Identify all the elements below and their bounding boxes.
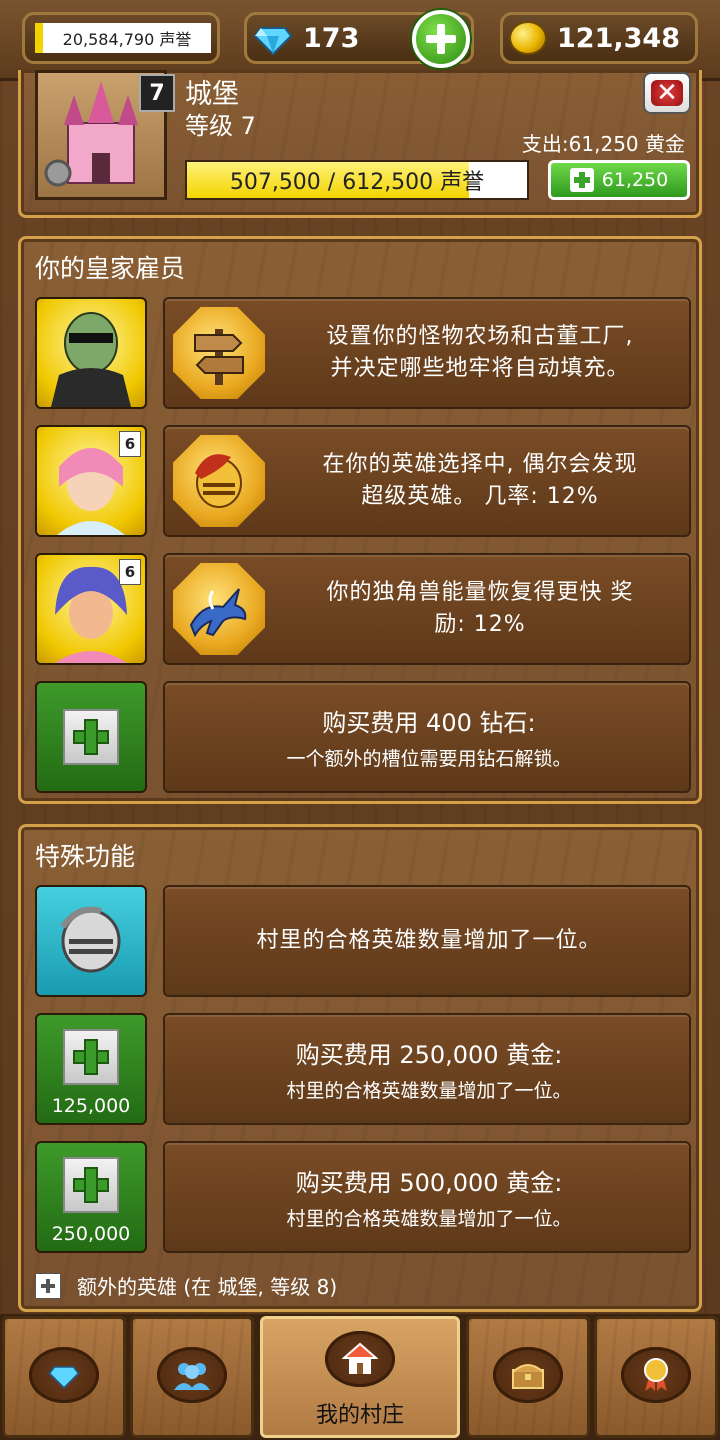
feature-price: 250,000	[51, 1223, 131, 1245]
plus-icon	[63, 1029, 119, 1085]
buy-gems-button[interactable]	[412, 10, 470, 68]
buy-feature-card-2[interactable]: 购买费用 500,000 黄金: 村里的合格英雄数量增加了一位。	[163, 1141, 691, 1253]
signpost-icon	[194, 329, 244, 385]
reputation-counter: 20,584,790 声誉	[22, 12, 220, 64]
special-features-panel: 特殊功能 村里的合格英雄数量增加了一位。 125,000 购买费用 250,00…	[18, 824, 702, 1312]
knight-helmet-icon	[195, 454, 242, 508]
upgrade-castle-button[interactable]: 61,250	[548, 160, 690, 200]
castle-expense: 支出:61,250 黄金	[521, 132, 685, 156]
special-title: 特殊功能	[35, 842, 136, 871]
close-button[interactable]: ✕	[643, 72, 691, 114]
staff-description: 在你的英雄选择中, 偶尔会发现 超级英雄。 几率: 12%	[322, 452, 638, 509]
progress-text: 507,500 / 612,500 声誉	[229, 170, 485, 195]
buy-feature-button-1[interactable]: 125,000	[35, 1013, 147, 1125]
reputation-value: 20,584,790 声誉	[35, 23, 211, 53]
buy-staff-slot-button[interactable]	[35, 681, 147, 793]
unicorn-icon	[189, 588, 247, 638]
nav-heroes[interactable]	[130, 1316, 254, 1438]
reputation-progress-bar: 507,500 / 612,500 声誉	[185, 160, 529, 200]
bottom-navigation: 我的村庄	[0, 1314, 720, 1440]
buy-slot-price: 购买费用 400 钻石:	[322, 709, 536, 737]
buy-slot-note: 一个额外的槽位需要用钻石解锁。	[286, 748, 572, 770]
buy-slot-card[interactable]: 购买费用 400 钻石: 一个额外的槽位需要用钻石解锁。	[163, 681, 691, 793]
staff-description-card: 在你的英雄选择中, 偶尔会发现 超级英雄。 几率: 12%	[163, 425, 691, 537]
plus-icon	[63, 1157, 119, 1213]
nav-gem-shop[interactable]	[2, 1316, 126, 1438]
staff-description-card: 设置你的怪物农场和古董工厂, 并决定哪些地牢将自动填充。	[163, 297, 691, 409]
nav-achievements[interactable]	[594, 1316, 718, 1438]
village-home-icon	[325, 1331, 395, 1387]
gold-coin-icon	[509, 21, 547, 55]
staff-portrait-sorceress[interactable]: 6	[35, 553, 147, 665]
staff-rank: 6	[119, 431, 141, 457]
gem-shop-icon	[29, 1347, 99, 1403]
top-resource-bar: 20,584,790 声誉 173 121,348	[0, 0, 720, 81]
gold-counter: 121,348	[500, 12, 698, 64]
medal-icon	[621, 1347, 691, 1403]
buy-feature-card-1[interactable]: 购买费用 250,000 黄金: 村里的合格英雄数量增加了一位。	[163, 1013, 691, 1125]
staff-description: 设置你的怪物农场和古董工厂, 并决定哪些地牢将自动填充。	[326, 324, 634, 381]
heroes-icon	[157, 1347, 227, 1403]
plus-icon	[63, 709, 119, 765]
extra-hero-info: 额外的英雄 (在 城堡, 等级 8)	[35, 1271, 337, 1300]
gem-count: 173	[303, 22, 360, 54]
nav-treasure[interactable]	[466, 1316, 590, 1438]
gold-count: 121,348	[557, 22, 680, 54]
buy-feature-cost: 购买费用 500,000 黄金:	[295, 1169, 563, 1197]
staff-title: 你的皇家雇员	[35, 254, 186, 283]
close-icon: ✕	[656, 78, 678, 108]
castle-level: 等级 7	[185, 112, 256, 140]
plus-icon	[569, 168, 594, 192]
staff-portrait-elf[interactable]: 6	[35, 425, 147, 537]
buy-feature-cost: 购买费用 250,000 黄金:	[295, 1041, 563, 1069]
buy-feature-button-2[interactable]: 250,000	[35, 1141, 147, 1253]
buy-feature-note: 村里的合格英雄数量增加了一位。	[286, 1208, 572, 1230]
owned-feature-card: 村里的合格英雄数量增加了一位。	[163, 885, 691, 997]
staff-description: 你的独角兽能量恢复得更快 奖 励: 12%	[326, 580, 634, 637]
upgrade-price: 61,250	[601, 169, 669, 191]
staff-portrait-orc[interactable]	[35, 297, 147, 409]
extra-hero-text: 额外的英雄 (在 城堡, 等级 8)	[77, 1275, 338, 1299]
royal-staff-panel: 你的皇家雇员 设置你的怪物农场和古董工厂, 并决定哪些地牢将自动填充。 6 在你…	[18, 236, 702, 804]
diamond-icon	[253, 27, 293, 56]
nav-my-village[interactable]: 我的村庄	[260, 1316, 460, 1438]
treasure-chest-icon	[493, 1347, 563, 1403]
orc-portrait-icon	[51, 312, 131, 407]
castle-level-badge: 7	[139, 74, 175, 112]
staff-rank: 6	[119, 559, 141, 585]
castle-panel: 7 城堡 等级 7 ✕ 支出:61,250 黄金 507,500 / 612,5…	[18, 70, 702, 218]
buy-feature-note: 村里的合格英雄数量增加了一位。	[286, 1080, 572, 1102]
owned-feature-icon-box	[35, 885, 147, 997]
staff-description-card: 你的独角兽能量恢复得更快 奖 励: 12%	[163, 553, 691, 665]
knight-helmet-icon	[60, 906, 121, 973]
feature-price: 125,000	[51, 1095, 131, 1117]
plus-icon	[35, 1272, 61, 1299]
owned-feature-text: 村里的合格英雄数量增加了一位。	[256, 928, 602, 953]
nav-active-label: 我的村庄	[315, 1403, 404, 1428]
